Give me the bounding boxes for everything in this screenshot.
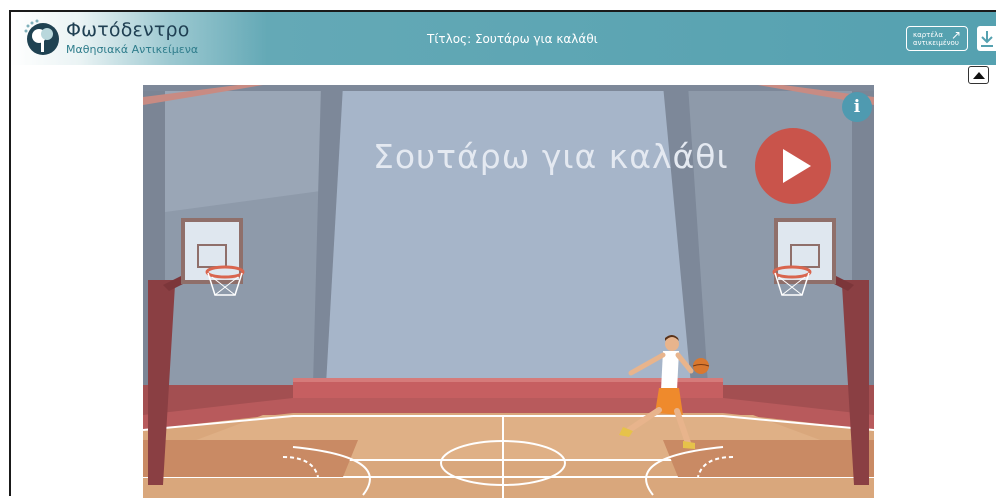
- photodentro-logo-icon[interactable]: [22, 19, 60, 57]
- collapse-button[interactable]: [968, 66, 989, 84]
- game-area[interactable]: Σουτάρω για καλάθι i: [143, 85, 874, 498]
- brand-subtitle: Μαθησιακά Αντικείμενα: [66, 43, 199, 56]
- header-bar: Φωτόδεντρο Μαθησιακά Αντικείμενα Τίτλος:…: [11, 12, 996, 65]
- download-icon: [981, 31, 993, 47]
- info-icon: i: [853, 97, 861, 117]
- play-button[interactable]: [755, 128, 831, 204]
- page-title: Τίτλος: Σουτάρω για καλάθι: [427, 32, 598, 46]
- download-button[interactable]: [977, 26, 996, 51]
- caret-up-icon: [973, 72, 985, 79]
- play-icon: [783, 149, 811, 183]
- browser-frame: Φωτόδεντρο Μαθησιακά Αντικείμενα Τίτλος:…: [9, 10, 996, 498]
- brand-name[interactable]: Φωτόδεντρο: [66, 19, 190, 41]
- info-button[interactable]: i: [842, 92, 872, 122]
- game-title: Σουτάρω για καλάθι: [373, 137, 729, 176]
- external-link-icon: ↗: [950, 28, 961, 42]
- object-tab-button[interactable]: καρτέλα αντικειμένου ↗: [906, 26, 968, 51]
